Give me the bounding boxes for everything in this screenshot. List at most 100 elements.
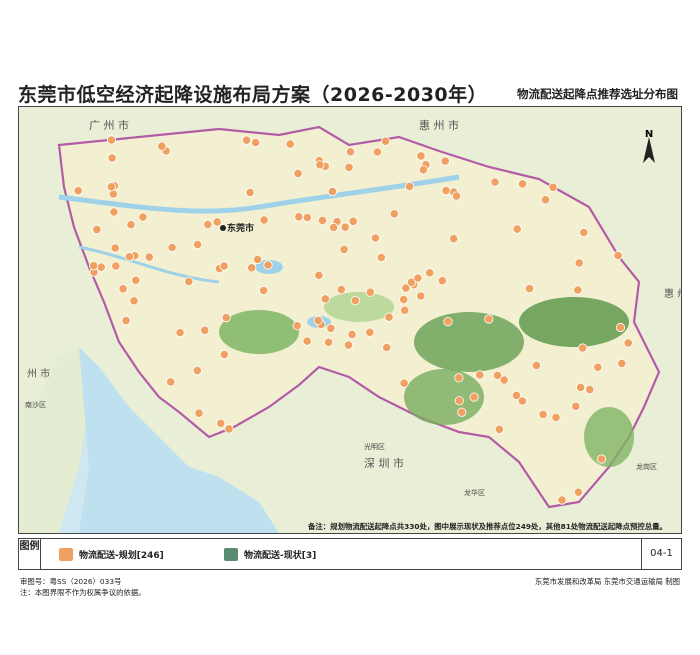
delivery-point-marker[interactable] — [313, 315, 323, 325]
delivery-point-marker[interactable] — [573, 487, 584, 497]
map-frame[interactable]: N 广 州 市 惠 州 市 深 圳 市 惠 州 市 州 市 东莞市 南沙区 光明… — [18, 106, 682, 534]
delivery-point-marker[interactable] — [380, 136, 391, 146]
delivery-point-marker[interactable] — [259, 285, 269, 296]
delivery-point-marker[interactable] — [247, 263, 257, 273]
delivery-point-marker[interactable] — [475, 370, 485, 380]
delivery-point-marker[interactable] — [551, 412, 561, 422]
delivery-point-marker[interactable] — [492, 370, 503, 380]
delivery-point-marker[interactable] — [73, 186, 83, 196]
delivery-point-marker[interactable] — [263, 260, 273, 270]
delivery-point-marker[interactable] — [252, 254, 263, 265]
map-canvas[interactable]: N 广 州 市 惠 州 市 深 圳 市 惠 州 市 州 市 东莞市 南沙区 光明… — [19, 107, 681, 533]
delivery-point-marker[interactable] — [320, 294, 330, 304]
delivery-point-marker[interactable] — [167, 242, 177, 253]
delivery-point-marker[interactable] — [613, 250, 623, 261]
delivery-point-marker[interactable] — [345, 147, 356, 157]
delivery-point-marker[interactable] — [110, 243, 120, 253]
delivery-point-marker[interactable] — [593, 362, 603, 372]
delivery-point-marker[interactable] — [399, 295, 409, 305]
delivery-point-marker[interactable] — [350, 296, 360, 306]
delivery-point-marker[interactable] — [511, 390, 521, 400]
delivery-point-marker[interactable] — [365, 327, 375, 337]
delivery-point-marker[interactable] — [348, 216, 358, 226]
delivery-point-marker[interactable] — [557, 495, 567, 505]
delivery-point-marker[interactable] — [138, 212, 148, 222]
delivery-point-marker[interactable] — [285, 139, 295, 149]
delivery-point-marker[interactable] — [224, 424, 234, 434]
delivery-point-marker[interactable] — [302, 212, 312, 223]
delivery-point-marker[interactable] — [96, 262, 106, 272]
delivery-point-marker[interactable] — [425, 268, 435, 278]
delivery-point-marker[interactable] — [623, 338, 633, 348]
delivery-point-marker[interactable] — [454, 373, 464, 383]
delivery-point-marker[interactable] — [109, 207, 119, 217]
delivery-point-marker[interactable] — [416, 151, 426, 161]
delivery-point-marker[interactable] — [129, 296, 139, 306]
delivery-point-marker[interactable] — [221, 313, 231, 323]
delivery-point-marker[interactable] — [121, 316, 131, 326]
delivery-point-marker[interactable] — [404, 181, 415, 192]
delivery-point-marker[interactable] — [107, 153, 117, 163]
delivery-point-marker[interactable] — [216, 418, 226, 428]
delivery-point-marker[interactable] — [596, 454, 607, 464]
delivery-point-marker[interactable] — [443, 317, 453, 327]
delivery-point-marker[interactable] — [343, 340, 353, 350]
delivery-point-marker[interactable] — [323, 337, 334, 347]
delivery-point-marker[interactable] — [292, 321, 302, 331]
delivery-point-marker[interactable] — [327, 186, 337, 197]
legend-planned[interactable]: 物流配送-规划[246] — [59, 548, 164, 561]
delivery-point-marker[interactable] — [579, 227, 589, 238]
delivery-point-marker[interactable] — [294, 212, 304, 222]
delivery-point-marker[interactable] — [326, 323, 336, 333]
delivery-point-marker[interactable] — [193, 239, 203, 250]
delivery-point-marker[interactable] — [194, 408, 204, 418]
delivery-point-marker[interactable] — [418, 165, 428, 175]
delivery-point-marker[interactable] — [540, 195, 551, 205]
delivery-point-marker[interactable] — [457, 407, 467, 417]
delivery-point-marker[interactable] — [416, 291, 426, 301]
delivery-point-marker[interactable] — [219, 349, 229, 360]
delivery-point-marker[interactable] — [118, 284, 128, 294]
delivery-point-marker[interactable] — [89, 261, 99, 271]
delivery-point-marker[interactable] — [577, 343, 588, 353]
delivery-point-marker[interactable] — [339, 244, 349, 254]
delivery-point-marker[interactable] — [124, 252, 135, 262]
delivery-point-marker[interactable] — [212, 217, 222, 227]
delivery-point-marker[interactable] — [111, 261, 121, 271]
delivery-point-marker[interactable] — [484, 314, 494, 324]
delivery-point-marker[interactable] — [302, 336, 312, 346]
delivery-point-marker[interactable] — [490, 177, 500, 187]
delivery-point-marker[interactable] — [548, 182, 558, 192]
delivery-point-marker[interactable] — [575, 382, 586, 392]
delivery-point-marker[interactable] — [293, 168, 303, 179]
delivery-point-marker[interactable] — [245, 187, 255, 198]
delivery-point-marker[interactable] — [242, 135, 252, 145]
delivery-point-marker[interactable] — [517, 179, 528, 189]
delivery-point-marker[interactable] — [317, 215, 328, 226]
delivery-point-marker[interactable] — [469, 392, 479, 402]
delivery-point-marker[interactable] — [372, 147, 382, 157]
delivery-point-marker[interactable] — [617, 358, 627, 369]
delivery-point-marker[interactable] — [451, 191, 462, 201]
delivery-point-marker[interactable] — [571, 401, 581, 411]
delivery-point-marker[interactable] — [494, 424, 504, 434]
delivery-point-marker[interactable] — [106, 182, 117, 192]
delivery-point-marker[interactable] — [106, 135, 117, 145]
delivery-point-marker[interactable] — [192, 365, 202, 376]
delivery-point-marker[interactable] — [131, 275, 141, 285]
delivery-point-marker[interactable] — [440, 156, 450, 166]
delivery-point-marker[interactable] — [370, 233, 380, 243]
delivery-point-marker[interactable] — [531, 360, 542, 370]
delivery-point-marker[interactable] — [175, 327, 185, 338]
delivery-point-marker[interactable] — [203, 220, 213, 230]
delivery-point-marker[interactable] — [389, 209, 399, 219]
delivery-point-marker[interactable] — [376, 252, 386, 263]
delivery-point-marker[interactable] — [144, 252, 154, 262]
delivery-point-marker[interactable] — [538, 409, 548, 419]
delivery-point-marker[interactable] — [615, 322, 626, 333]
delivery-point-marker[interactable] — [454, 396, 464, 406]
delivery-point-marker[interactable] — [382, 342, 392, 353]
delivery-point-marker[interactable] — [574, 258, 584, 268]
delivery-point-marker[interactable] — [340, 222, 350, 232]
delivery-point-marker[interactable] — [524, 284, 535, 294]
